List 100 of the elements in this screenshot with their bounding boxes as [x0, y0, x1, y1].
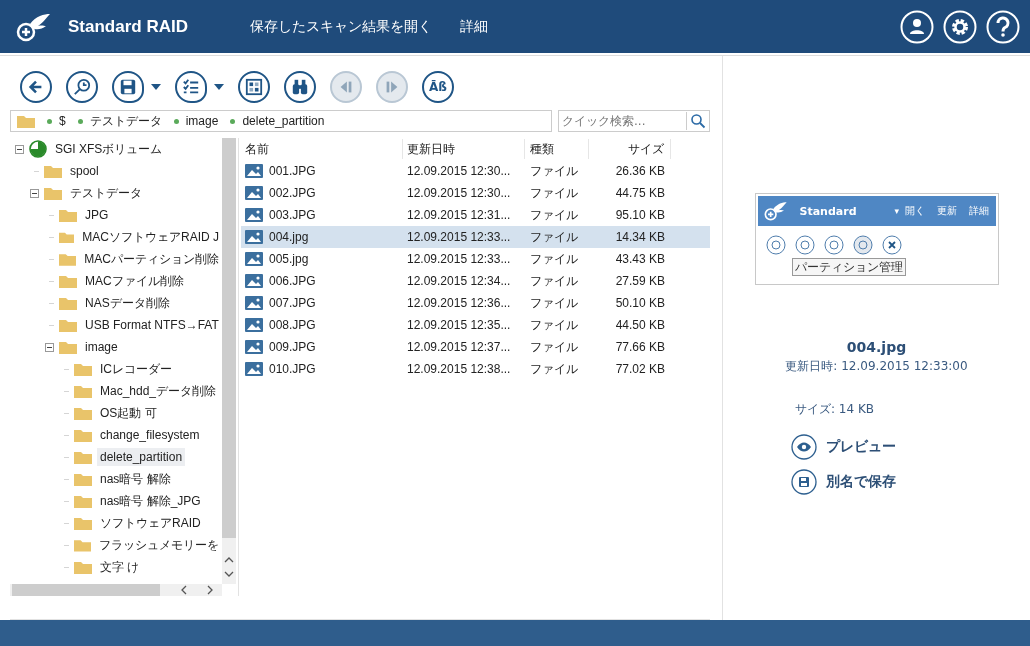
thumbnail-toolbar-icon — [765, 235, 786, 255]
folder-icon — [59, 274, 77, 288]
breadcrumb-link[interactable]: テストデータ — [77, 112, 162, 130]
breadcrumb-link[interactable]: image — [173, 114, 219, 128]
image-file-icon — [245, 252, 263, 266]
file-name: 004.jpg — [269, 230, 309, 244]
toolbar-button[interactable] — [66, 71, 98, 103]
dropdown-caret-icon[interactable] — [214, 84, 224, 90]
dropdown-caret-icon[interactable] — [151, 84, 161, 90]
file-row[interactable]: 003.JPG 12.09.2015 12:31... ファイル 95.10 KB — [241, 204, 710, 226]
tree-item[interactable]: フラッシュメモリーを — [96, 534, 222, 556]
date-cell-text: 12.09.2015 12:30... — [406, 164, 512, 178]
help-icon[interactable] — [986, 9, 1020, 44]
column-header[interactable]: 名前 — [241, 139, 403, 159]
size-cell-text: 77.02 KB — [614, 362, 666, 376]
tree-item[interactable]: change_filesystem — [97, 426, 203, 444]
tree-item[interactable]: delete_partition — [97, 448, 186, 466]
folder-icon — [74, 384, 92, 398]
search-icon[interactable] — [690, 113, 706, 129]
thumbnail-toolbar-icon — [823, 235, 844, 255]
tree-item[interactable]: Mac_hdd_データ削除 — [97, 380, 220, 402]
tree-item[interactable]: テストデータ — [67, 182, 145, 204]
tree-item[interactable]: MACパーティション削除 — [81, 248, 222, 270]
folder-icon — [74, 406, 92, 420]
file-row[interactable]: 008.JPG 12.09.2015 12:35... ファイル 44.50 KB — [241, 314, 710, 336]
tree-item[interactable]: nas暗号 解除_JPG — [97, 490, 204, 512]
toolbar-button[interactable] — [284, 71, 316, 103]
folder-icon — [74, 450, 92, 464]
file-row[interactable]: 004.jpg 12.09.2015 12:33... ファイル 14.34 KB — [241, 226, 710, 248]
tree-item[interactable]: image — [82, 338, 121, 356]
vertical-scrollbar[interactable] — [222, 138, 236, 584]
toolbar-button[interactable] — [112, 71, 144, 103]
tree-item[interactable]: MACソフトウェアRAID J — [79, 226, 222, 248]
size-cell-text: 77.66 KB — [614, 340, 666, 354]
file-size: サイズ: 14 KB — [795, 401, 875, 418]
file-row[interactable]: 009.JPG 12.09.2015 12:37... ファイル 77.66 KB — [241, 336, 710, 358]
toolbar-button[interactable]: Āß — [422, 71, 454, 103]
file-row[interactable]: 001.JPG 12.09.2015 12:30... ファイル 26.36 KB — [241, 160, 710, 182]
type-cell-text: ファイル — [529, 250, 579, 268]
file-row[interactable]: 005.jpg 12.09.2015 12:33... ファイル 43.43 KB — [241, 248, 710, 270]
tree-item[interactable]: NASデータ削除 — [82, 292, 173, 314]
folder-icon — [74, 516, 92, 530]
file-row[interactable]: 002.JPG 12.09.2015 12:30... ファイル 44.75 KB — [241, 182, 710, 204]
eye-icon — [791, 434, 817, 460]
folder-icon — [74, 538, 91, 552]
breadcrumb-link[interactable]: $ — [47, 114, 66, 128]
image-file-icon — [245, 208, 263, 222]
size-cell-text: 26.36 KB — [614, 164, 666, 178]
toolbar-button[interactable] — [238, 71, 270, 103]
date-cell-text: 12.09.2015 12:35... — [406, 318, 512, 332]
checklist-icon — [182, 78, 200, 96]
tree-item[interactable]: spool — [67, 162, 102, 180]
scroll-down-icon[interactable] — [224, 570, 234, 578]
collapse-toggle-icon[interactable] — [15, 144, 24, 154]
thumbnail-toolbar-icon — [881, 235, 902, 255]
tree-item[interactable]: nas暗号 解除 — [97, 468, 174, 490]
tree-item[interactable]: JPG — [82, 206, 112, 224]
file-title: 004.jpg — [846, 339, 907, 355]
tree-item[interactable]: MACファイル削除 — [82, 270, 187, 292]
horizontal-scrollbar[interactable] — [10, 584, 222, 596]
column-header[interactable]: 種類 — [525, 139, 589, 159]
type-cell-text: ファイル — [529, 272, 579, 290]
action-button[interactable]: プレビュー — [791, 434, 896, 460]
image-file-icon — [245, 318, 263, 332]
thumbnail-toolbar-icon — [852, 235, 873, 255]
image-file-icon — [245, 274, 263, 288]
action-button[interactable]: 別名で保存 — [791, 469, 896, 495]
collapse-toggle-icon[interactable] — [45, 342, 54, 352]
menu-link[interactable]: 詳細 — [459, 17, 488, 36]
toolbar-button[interactable] — [20, 71, 52, 103]
column-header[interactable]: サイズ — [589, 139, 671, 159]
tree-item[interactable]: 文字 け — [97, 556, 143, 578]
file-row[interactable]: 007.JPG 12.09.2015 12:36... ファイル 50.10 KB — [241, 292, 710, 314]
folder-icon — [59, 296, 77, 310]
tree-item[interactable]: USB Format NTFS→FAT — [82, 316, 222, 334]
image-file-icon — [245, 296, 263, 310]
settings-icon[interactable] — [943, 9, 977, 44]
menu-link[interactable]: 保存したスキャン結果を開く — [249, 17, 432, 36]
tree-item[interactable]: SGI XFSボリューム — [52, 138, 166, 160]
search-field[interactable]: クイック検索... — [558, 110, 710, 132]
file-row[interactable]: 010.JPG 12.09.2015 12:38... ファイル 77.02 KB — [241, 358, 710, 380]
collapse-toggle-icon[interactable] — [30, 188, 39, 198]
tree-item[interactable]: ICレコーダー — [97, 358, 175, 380]
size-cell-text: 27.59 KB — [614, 274, 666, 288]
size-cell-text: 14.34 KB — [614, 230, 666, 244]
thumbnail-title: Standard — [799, 204, 857, 218]
folder-icon — [44, 164, 62, 178]
folder-icon — [74, 472, 92, 486]
tree-item[interactable]: OS起動 可 — [97, 402, 160, 424]
user-icon[interactable] — [900, 9, 934, 44]
toolbar-button[interactable] — [175, 71, 207, 103]
column-header[interactable]: 更新日時 — [403, 139, 525, 159]
tree-item[interactable]: ソフトウェアRAID — [97, 512, 204, 534]
scroll-right-icon[interactable] — [206, 585, 214, 595]
folder-icon — [59, 208, 77, 222]
file-row[interactable]: 006.JPG 12.09.2015 12:34... ファイル 27.59 KB — [241, 270, 710, 292]
scroll-left-icon[interactable] — [180, 585, 188, 595]
scroll-up-icon[interactable] — [224, 556, 234, 564]
modified-date: 更新日時: 12.09.2015 12:33:00 — [785, 358, 968, 375]
breadcrumb-link[interactable]: delete_partition — [230, 114, 325, 128]
